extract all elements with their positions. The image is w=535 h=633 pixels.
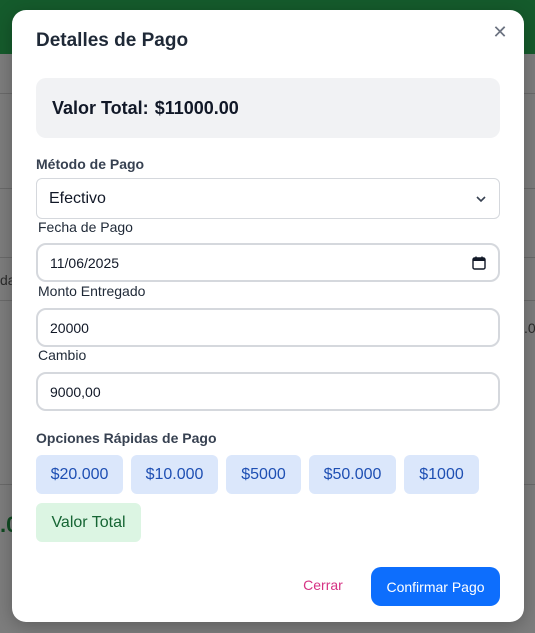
quick-amount-button[interactable]: $1000 — [404, 455, 479, 494]
quick-amount-button[interactable]: $10.000 — [131, 455, 218, 494]
background-text-fragment: .00 — [524, 320, 535, 336]
confirm-payment-button[interactable]: Confirmar Pago — [371, 567, 500, 606]
cancel-button[interactable]: Cerrar — [297, 577, 349, 597]
calendar-icon[interactable] — [472, 256, 486, 270]
payment-method-value: Efectivo — [49, 189, 106, 207]
amount-given-label: Monto Entregado — [38, 283, 146, 299]
payment-method-label: Método de Pago — [36, 156, 145, 172]
modal-title: Detalles de Pago — [36, 30, 189, 51]
quick-amount-button[interactable]: $5000 — [226, 455, 301, 494]
payment-details-modal: Detalles de Pago ✕ Valor Total: $11000.0… — [12, 10, 524, 622]
payment-date-field[interactable]: 11/06/2025 — [36, 243, 500, 282]
amount-given-value: 20000 — [50, 319, 89, 336]
payment-method-select[interactable]: Efectivo — [36, 178, 500, 219]
amount-given-field[interactable]: 20000 — [36, 308, 500, 347]
payment-date-value: 11/06/2025 — [50, 254, 120, 271]
payment-date-label: Fecha de Pago — [38, 219, 133, 235]
change-label: Cambio — [38, 347, 87, 363]
total-label: Valor Total: — [52, 97, 149, 118]
change-value: 9000,00 — [50, 383, 101, 400]
close-icon[interactable]: ✕ — [490, 22, 510, 42]
quick-amount-button[interactable]: $50.000 — [309, 455, 396, 494]
total-value: $11000.00 — [154, 97, 239, 118]
total-summary: Valor Total: $11000.00 — [36, 78, 500, 138]
change-field[interactable]: 9000,00 — [36, 372, 500, 411]
total-value-button[interactable]: Valor Total — [36, 503, 141, 542]
quick-options-label: Opciones Rápidas de Pago — [36, 430, 217, 446]
quick-amount-button[interactable]: $20.000 — [36, 455, 123, 494]
chevron-down-icon — [476, 195, 486, 202]
